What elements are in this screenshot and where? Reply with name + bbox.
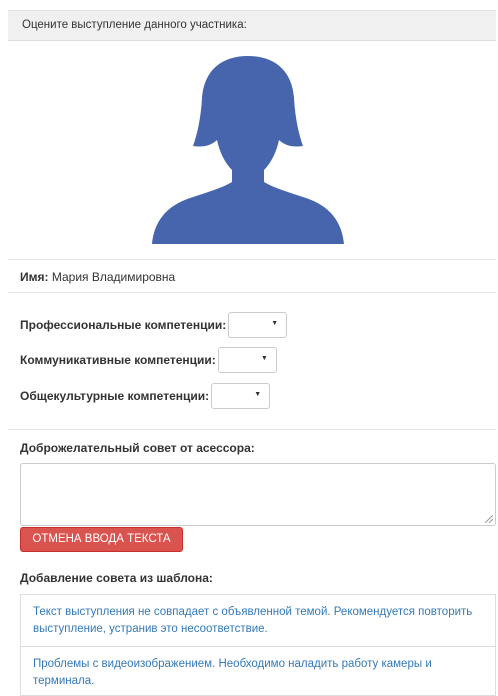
panel-heading: Оцените выступление данного участника: xyxy=(8,10,496,41)
name-value: Мария Владимировна xyxy=(51,270,176,284)
competency-label: Профессиональные компетенции: xyxy=(20,318,227,332)
template-advice-item[interactable]: Текст выступления не совпадает с объявле… xyxy=(20,594,496,647)
chevron-down-icon: ▼ xyxy=(271,320,279,327)
female-user-silhouette-icon xyxy=(152,56,344,244)
chevron-down-icon: ▼ xyxy=(254,391,262,398)
divider xyxy=(8,429,496,430)
template-advice-item[interactable]: Проблемы с видеоизображением. Необходимо… xyxy=(20,646,496,696)
resize-grip-icon[interactable] xyxy=(485,515,493,523)
competency-label: Общекультурные компетенции: xyxy=(20,389,210,403)
competency-label: Коммуникативные компетенции: xyxy=(20,353,216,367)
name-label: Имя: xyxy=(20,270,49,284)
advice-textarea[interactable] xyxy=(20,463,496,526)
templates-label: Добавление совета из шаблона: xyxy=(20,571,213,585)
professional-score-select[interactable]: ▼ xyxy=(228,312,288,338)
chevron-down-icon: ▼ xyxy=(260,355,268,362)
page-title: Оцените выступление данного участника: xyxy=(22,19,247,31)
cancel-text-input-button[interactable]: ОТМЕНА ВВОДА ТЕКСТА xyxy=(20,527,183,552)
cultural-score-select[interactable]: ▼ xyxy=(211,383,271,409)
communicative-score-select[interactable]: ▼ xyxy=(217,347,277,373)
competency-row-professional: Профессиональные компетенции: ▼ xyxy=(20,312,288,338)
competency-row-communicative: Коммуникативные компетенции: ▼ xyxy=(20,347,277,373)
divider xyxy=(8,292,496,293)
competency-row-cultural: Общекультурные компетенции: ▼ xyxy=(20,383,271,409)
divider xyxy=(8,259,496,260)
advice-label: Доброжелательный совет от асессора: xyxy=(20,441,255,455)
participant-name: Имя: Мария Владимировна xyxy=(20,270,175,284)
